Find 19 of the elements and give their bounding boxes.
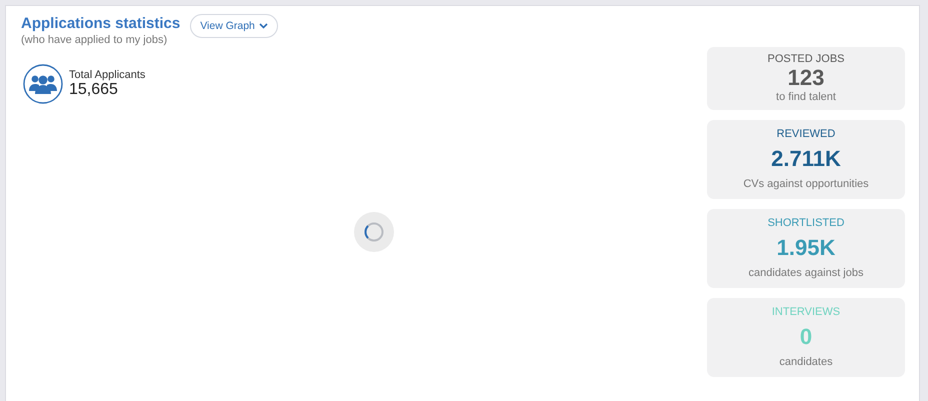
stat-caption: candidates	[778, 356, 834, 368]
stat-value: 123	[786, 65, 826, 91]
section-subtitle: (who have applied to my jobs)	[21, 34, 168, 47]
view-graph-button[interactable]: View Graph	[190, 14, 278, 38]
stat-caption: candidates against jobs	[748, 267, 864, 279]
stat-caption: to find talent	[775, 91, 837, 103]
stat-label: POSTED JOBS	[766, 53, 846, 65]
section-title: Applications statistics	[21, 14, 180, 34]
total-value: 15,665	[69, 81, 119, 99]
stat-value: 0	[798, 324, 814, 350]
total-label: Total Applicants	[69, 69, 146, 81]
stat-label: SHORTLISTED	[766, 217, 846, 229]
users-icon	[23, 64, 63, 104]
stat-label: INTERVIEWS	[770, 306, 842, 318]
stat-label: REVIEWED	[776, 128, 836, 140]
chevron-down-icon	[258, 23, 268, 29]
stat-value: 2.711K	[770, 146, 842, 172]
stat-caption: CVs against opportunities	[742, 178, 870, 190]
stat-value: 1.95K	[776, 235, 836, 261]
